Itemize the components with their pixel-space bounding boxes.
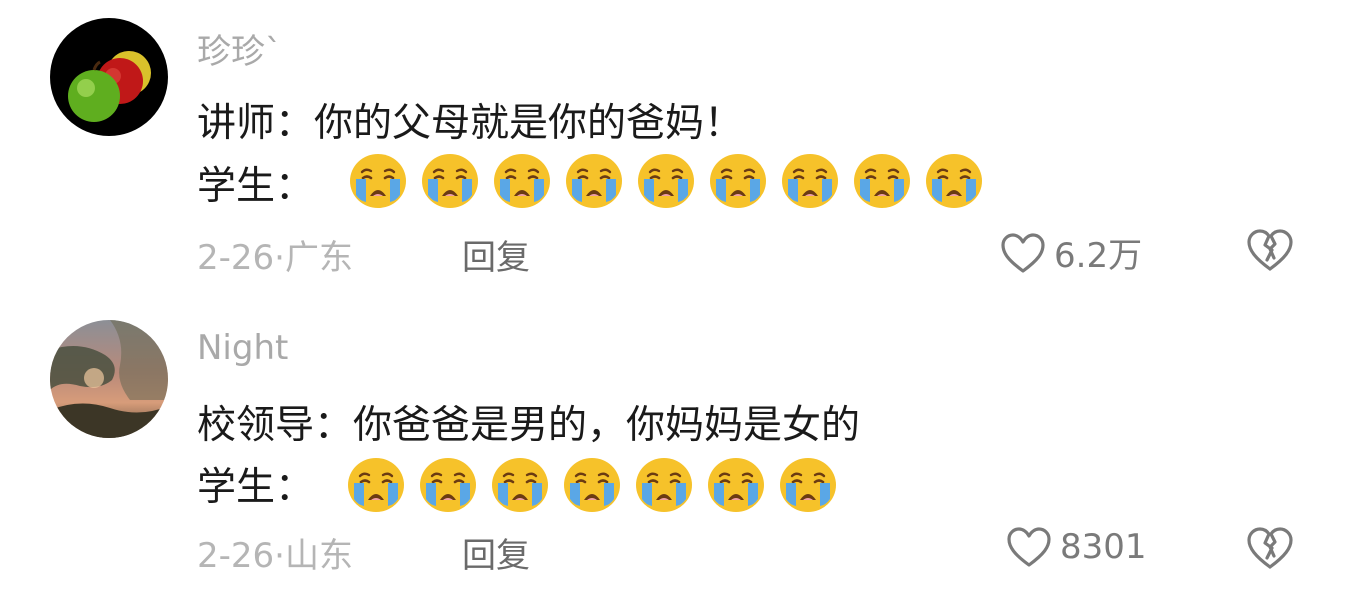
reply-button[interactable]: 回复 xyxy=(462,528,530,577)
loudly-crying-face-icon xyxy=(346,456,406,514)
avatar[interactable] xyxy=(50,320,168,438)
username[interactable]: Night xyxy=(197,328,288,368)
dislike-button[interactable] xyxy=(1246,526,1294,570)
broken-heart-icon xyxy=(1246,526,1294,570)
emoji-row xyxy=(348,152,984,210)
loudly-crying-face-icon xyxy=(706,456,766,514)
emoji-row xyxy=(346,456,838,514)
comment-item: Night 校领导：你爸爸是男的，你妈妈是女的 学生： 2-26·山东 回复 8… xyxy=(0,300,1350,600)
comment-item: 珍珍` 讲师：你的父母就是你的爸妈！ 学生： 2-26·广东 回复 6.2万 xyxy=(0,0,1350,300)
loudly-crying-face-icon xyxy=(778,456,838,514)
loudly-crying-face-icon xyxy=(490,456,550,514)
loudly-crying-face-icon xyxy=(924,152,984,210)
loudly-crying-face-icon xyxy=(564,152,624,210)
like-button[interactable]: 6.2万 xyxy=(1000,228,1142,277)
loudly-crying-face-icon xyxy=(492,152,552,210)
avatar[interactable] xyxy=(50,18,168,136)
loudly-crying-face-icon xyxy=(708,152,768,210)
broken-heart-icon xyxy=(1246,228,1294,272)
comment-text-line: 学生： xyxy=(197,164,315,209)
comment-text-line: 校领导：你爸爸是男的，你妈妈是女的 xyxy=(197,403,861,448)
heart-icon xyxy=(1000,232,1046,274)
date-location: 2-26·广东 xyxy=(197,238,353,278)
loudly-crying-face-icon xyxy=(852,152,912,210)
comment-text-line: 讲师：你的父母就是你的爸妈！ xyxy=(197,101,744,146)
loudly-crying-face-icon xyxy=(420,152,480,210)
date-location: 2-26·山东 xyxy=(197,536,353,576)
loudly-crying-face-icon xyxy=(780,152,840,210)
comment-text-line: 学生： xyxy=(197,465,315,510)
like-count: 6.2万 xyxy=(1054,236,1143,276)
like-count: 8301 xyxy=(1060,527,1147,567)
loudly-crying-face-icon xyxy=(636,152,696,210)
username[interactable]: 珍珍` xyxy=(197,24,282,73)
reply-button[interactable]: 回复 xyxy=(462,230,530,279)
loudly-crying-face-icon xyxy=(562,456,622,514)
loudly-crying-face-icon xyxy=(418,456,478,514)
like-button[interactable]: 8301 xyxy=(1006,526,1147,568)
loudly-crying-face-icon xyxy=(348,152,408,210)
loudly-crying-face-icon xyxy=(634,456,694,514)
heart-icon xyxy=(1006,526,1052,568)
dislike-button[interactable] xyxy=(1246,228,1294,272)
